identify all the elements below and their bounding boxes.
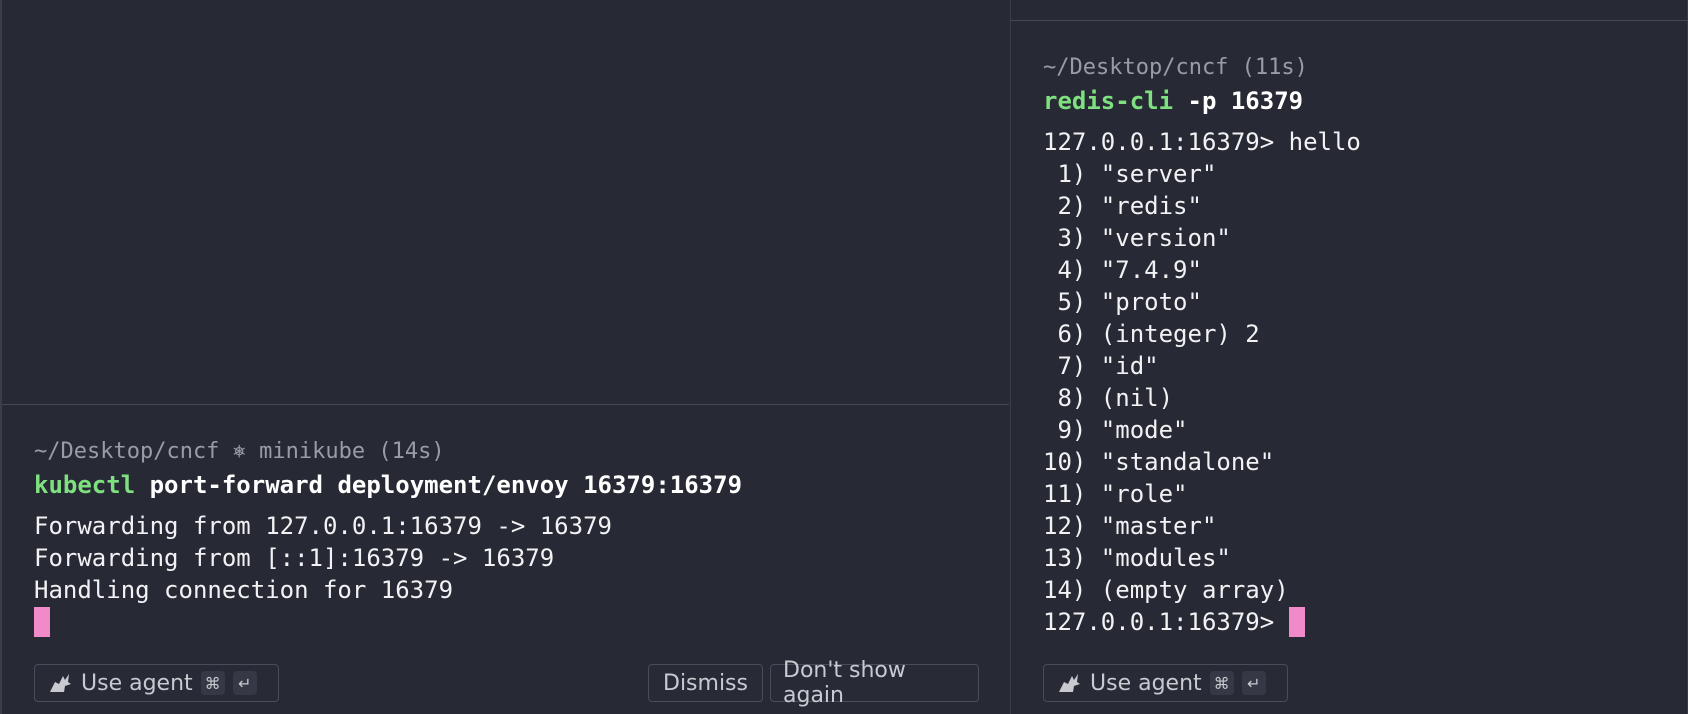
command-block[interactable]: ~/Desktop/cncf ⎈ minikube (14s) kubectl … [34,436,742,638]
cmd-key-icon: ⌘ [1209,671,1234,695]
agent-icon [1059,674,1080,692]
use-agent-button[interactable]: Use agent ⌘ ↵ [34,664,279,702]
output-line: 12) "master" [1043,512,1217,540]
text-cursor [34,607,50,637]
output-line: 8) (nil) [1043,384,1174,412]
output-line: Handling connection for 16379 [34,576,454,604]
command-program: redis-cli [1043,87,1174,115]
output-line: 5) "proto" [1043,288,1202,316]
dismiss-button[interactable]: Dismiss [648,664,763,702]
output-line: 2) "redis" [1043,192,1202,220]
output-line: 127.0.0.1:16379> hello [1043,128,1361,156]
current-prompt: 127.0.0.1:16379> [1043,608,1289,636]
output-line: 4) "7.4.9" [1043,256,1202,284]
pane-divider [2,404,1009,405]
terminal-window: ~/Desktop/cncf ⎈ minikube (14s) kubectl … [0,0,1688,714]
output-line: 1) "server" [1043,160,1217,188]
output-line: 10) "standalone" [1043,448,1275,476]
output-line: Forwarding from [::1]:16379 -> 16379 [34,544,555,572]
output-line: 6) (integer) 2 [1043,320,1260,348]
command-output: Forwarding from 127.0.0.1:16379 -> 16379… [34,510,742,606]
prompt-meta: ~/Desktop/cncf ⎈ minikube (14s) [34,439,445,464]
enter-key-icon: ↵ [232,671,257,695]
output-line: 9) "mode" [1043,416,1188,444]
right-terminal-pane[interactable]: ~/Desktop/cncf (11s) redis-cli -p 16379 … [1010,0,1687,714]
output-line: Forwarding from 127.0.0.1:16379 -> 16379 [34,512,612,540]
command-line: redis-cli -p 16379 [1043,84,1361,118]
enter-key-icon: ↵ [1241,671,1266,695]
left-terminal-pane[interactable]: ~/Desktop/cncf ⎈ minikube (14s) kubectl … [0,0,1009,714]
input-line[interactable]: 127.0.0.1:16379> [1043,606,1361,638]
output-line: 3) "version" [1043,224,1231,252]
output-line: 11) "role" [1043,480,1188,508]
text-cursor [1288,607,1305,637]
command-block[interactable]: ~/Desktop/cncf (11s) redis-cli -p 16379 … [1043,52,1361,638]
command-args: port-forward deployment/envoy 16379:1637… [135,471,743,499]
output-line: 14) (empty array) [1043,576,1289,604]
output-line: 7) "id" [1043,352,1159,380]
prompt-meta: ~/Desktop/cncf (11s) [1043,55,1308,80]
use-agent-label: Use agent [81,670,193,696]
command-line: kubectl port-forward deployment/envoy 16… [34,468,742,502]
use-agent-label: Use agent [1090,670,1202,696]
output-line: 13) "modules" [1043,544,1231,572]
command-program: kubectl [34,471,136,499]
use-agent-button[interactable]: Use agent ⌘ ↵ [1043,664,1288,702]
dont-show-again-button[interactable]: Don't show again [770,658,979,708]
agent-icon [50,674,71,692]
command-output: 127.0.0.1:16379> hello 1) "server" 2) "r… [1043,126,1361,606]
cmd-key-icon: ⌘ [200,671,225,695]
pane-divider [1011,20,1687,21]
command-args: -p 16379 [1173,87,1304,115]
input-line[interactable] [34,606,742,638]
